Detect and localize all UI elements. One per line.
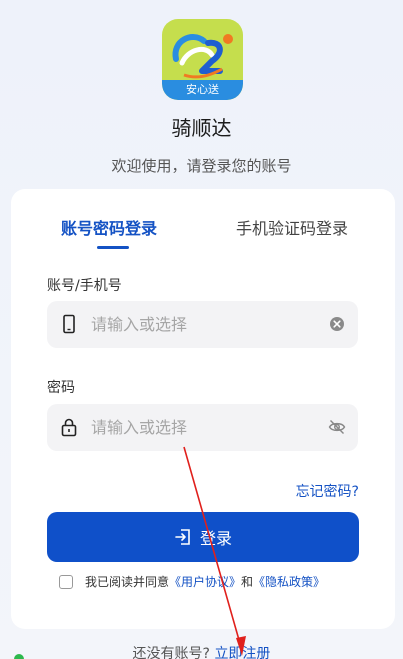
forgot-password-link[interactable]: 忘记密码? (296, 481, 359, 501)
lock-icon (61, 418, 77, 437)
login-button[interactable]: 登录 (47, 512, 359, 562)
active-tab-indicator (97, 246, 129, 249)
tab-sms-login[interactable]: 手机验证码登录 (236, 215, 348, 239)
status-dot (14, 654, 24, 659)
login-card: 账号密码登录 手机验证码登录 账号/手机号 密码 (11, 189, 395, 629)
agreement-prefix: 我已阅读并同意 (85, 575, 170, 589)
login-button-label: 登录 (199, 529, 232, 548)
logo-ribbon-text: 安心送 (162, 80, 243, 100)
password-input[interactable] (91, 404, 316, 451)
register-link[interactable]: 立即注册 (214, 646, 270, 659)
phone-icon (63, 314, 75, 334)
account-field[interactable] (47, 301, 358, 348)
login-page: 安心送 骑顺达 欢迎使用，请登录您的账号 账号密码登录 手机验证码登录 账号/手… (0, 0, 403, 659)
clear-icon[interactable] (328, 315, 346, 333)
welcome-text: 欢迎使用，请登录您的账号 (111, 157, 292, 175)
tab-password-login[interactable]: 账号密码登录 (61, 215, 157, 239)
agreement-row: 我已阅读并同意 《用户协议》 和 《隐私政策》 (59, 573, 325, 590)
password-field[interactable] (47, 404, 358, 451)
password-label: 密码 (47, 380, 75, 396)
agreement-checkbox[interactable] (59, 574, 73, 589)
register-prompt: 还没有账号? (132, 646, 210, 659)
register-row: 还没有账号? 立即注册 (0, 643, 403, 659)
account-input[interactable] (91, 301, 316, 348)
app-logo: 安心送 (162, 19, 243, 100)
login-icon (175, 529, 190, 545)
privacy-policy-link[interactable]: 《隐私政策》 (253, 573, 325, 590)
eye-off-icon[interactable] (328, 418, 346, 436)
user-agreement-link[interactable]: 《用户协议》 (169, 573, 241, 590)
account-label: 账号/手机号 (47, 278, 122, 294)
app-name: 骑顺达 (171, 116, 232, 140)
agreement-and: 和 (241, 575, 254, 589)
